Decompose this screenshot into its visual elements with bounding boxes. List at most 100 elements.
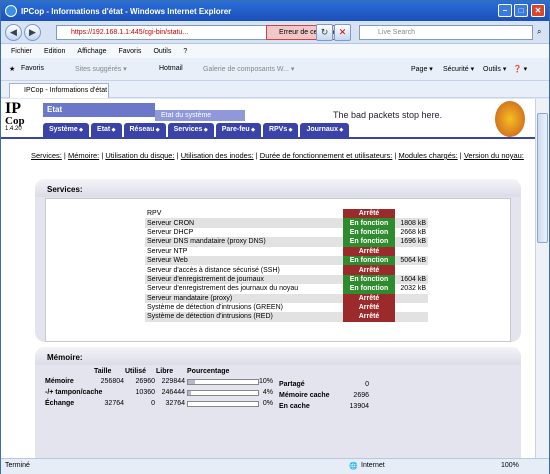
service-status: En fonction [343,218,395,228]
service-name: Serveur d'enregistrement des journaux du… [147,285,299,293]
close-button[interactable]: ✕ [531,4,545,17]
section-links: Services: | Mémoire: | Utilisation du di… [31,151,524,160]
mascot-image [495,101,525,137]
services-title: Services: [35,179,521,197]
service-row: Serveur mandataire (proxy) Arrêté [145,293,428,303]
security-menu[interactable]: Sécurité ▾ [443,65,474,73]
service-row: Serveur CRON En fonction 1808 kB [145,218,428,228]
vertical-scrollbar[interactable] [535,99,549,458]
stop-button[interactable]: ✕ [334,24,351,41]
service-row: Serveur d'accès à distance sécurisé (SSH… [145,265,428,275]
memory-size: 32764 [104,400,124,407]
memory-row-label: Mémoire [45,378,74,385]
memory-percent: 10% [259,378,274,385]
search-input[interactable]: Live Search [359,25,533,40]
service-row: Serveur DHCP En fonction 2668 kB [145,227,428,238]
service-name: Système de détection d'intrusions (RED) [145,312,343,322]
header-banner: Etat Etat du système The bad packets sto… [43,101,533,137]
link-noyau[interactable]: Version du noyau: [464,151,524,160]
menu-affichage[interactable]: Affichage [77,48,106,55]
memory-header: Taille [94,368,112,375]
main-nav: Système Etat Réseau Services Pare-feu RP… [43,123,453,137]
link-modules[interactable]: Modules chargés: [399,151,458,160]
section-title: Etat [43,103,155,117]
subsection-title: Etat du système [155,110,245,121]
address-toolbar: ◀ ▶ https://192.168.1.1:445/cgi-bin/stat… [1,21,549,44]
tools-menu[interactable]: Outils ▾ [483,65,506,73]
memory-usage-bar [187,401,259,407]
link-inodes[interactable]: Utilisation des inodes: [181,151,254,160]
page-menu[interactable]: Page ▾ [411,65,433,73]
nav-journaux[interactable]: Journaux [300,123,350,137]
slogan: The bad packets stop here. [333,110,443,120]
nav-systeme[interactable]: Système [43,123,90,137]
memory-extra-label: En cache [279,403,310,410]
service-name: Serveur d'enregistrement de journaux [145,274,343,285]
title-bar: IPCop - Informations d'état - Windows In… [1,1,549,21]
nav-services[interactable]: Services [167,123,214,137]
menu-fichier[interactable]: Fichier [11,48,32,55]
memory-extra-label: Mémoire cache [279,392,330,399]
hotmail-link[interactable]: Hotmail [159,65,183,72]
ipcop-logo: IP Cop 1.4.20 [5,101,39,139]
service-row: Système de détection d'intrusions (GREEN… [145,302,428,313]
services-table: RPV Arrêté Serveur CRON En fonction 1808 kB S… [145,209,428,322]
memory-inner: Taille Utilisé Libre Pourcentage Mémoire 2568… [35,368,521,458]
service-status: En fonction [343,284,395,294]
service-status: Arrêté [343,265,395,275]
gallery-link[interactable]: Galerie de composants W... ▾ [203,65,294,73]
service-memory: 1808 kB [395,218,428,228]
memory-header: Libre [156,368,174,375]
memory-extra-label: Partagé [279,381,305,388]
menu-help[interactable]: ? [183,48,187,55]
memory-free: 229844 [161,378,185,385]
refresh-button[interactable]: ↻ [316,24,333,41]
service-row: Système de détection d'intrusions (RED) A… [145,312,428,322]
forward-button[interactable]: ▶ [24,24,41,41]
nav-pare-feu[interactable]: Pare-feu [215,123,261,137]
back-button[interactable]: ◀ [5,24,22,41]
scrollbar-thumb[interactable] [537,113,548,243]
memory-used: 10360 [135,389,155,396]
menu-edition[interactable]: Edition [44,48,65,55]
help-menu[interactable]: ❓ ▾ [513,65,527,73]
service-memory [395,247,428,256]
memory-panel: Mémoire: Taille Utilisé Libre Pourcentage Mé… [35,347,521,458]
service-status: En fonction [343,274,395,285]
service-memory: 5064 kB [395,255,428,266]
nav-etat[interactable]: Etat [91,123,122,137]
service-memory [395,312,428,322]
service-row: RPV Arrêté [145,209,428,219]
tab-ipcop[interactable]: IPCop - Informations d'état [9,83,109,98]
link-services[interactable]: Services: [31,151,62,160]
service-memory: 2668 kB [400,228,426,236]
service-name: Serveur Web [145,255,343,266]
search-icon[interactable]: ⌕ [537,27,541,37]
link-memoire[interactable]: Mémoire: [68,151,99,160]
favorites-button[interactable]: Favoris [21,65,44,72]
service-row: Serveur DNS mandataire (proxy DNS) En fon… [145,237,428,247]
service-status: Arrêté [343,293,395,303]
service-name: Serveur d'accès à distance sécurisé (SSH… [147,266,280,274]
suggested-sites-link[interactable]: Sites suggérés ▾ [75,65,127,73]
search-placeholder: Live Search [378,29,415,36]
maximize-button[interactable]: □ [514,4,528,17]
nav-reseau[interactable]: Réseau [123,123,166,137]
link-duree[interactable]: Durée de fonctionnement et utilisateurs: [260,151,393,160]
status-text: Terminé [5,462,30,469]
minimize-button[interactable]: – [498,4,512,17]
nav-rpvs[interactable]: RPVs [262,123,299,137]
service-row: Serveur Web En fonction 5064 kB [145,255,428,266]
zoom-level[interactable]: 100% [501,462,519,469]
address-field[interactable]: https://192.168.1.1:445/cgi-bin/statu...… [56,25,348,40]
memory-title: Mémoire: [35,347,521,365]
service-status: En fonction [343,227,395,238]
status-bar: Terminé 🌐 Internet 100% [1,458,549,474]
memory-extra-value: 2696 [353,392,369,399]
link-disque[interactable]: Utilisation du disque: [105,151,174,160]
menu-outils[interactable]: Outils [153,48,171,55]
service-memory: 1604 kB [395,274,428,285]
memory-percent: 4% [262,389,273,396]
service-row: Serveur d'enregistrement des journaux du… [145,284,428,294]
menu-favoris[interactable]: Favoris [118,48,141,55]
